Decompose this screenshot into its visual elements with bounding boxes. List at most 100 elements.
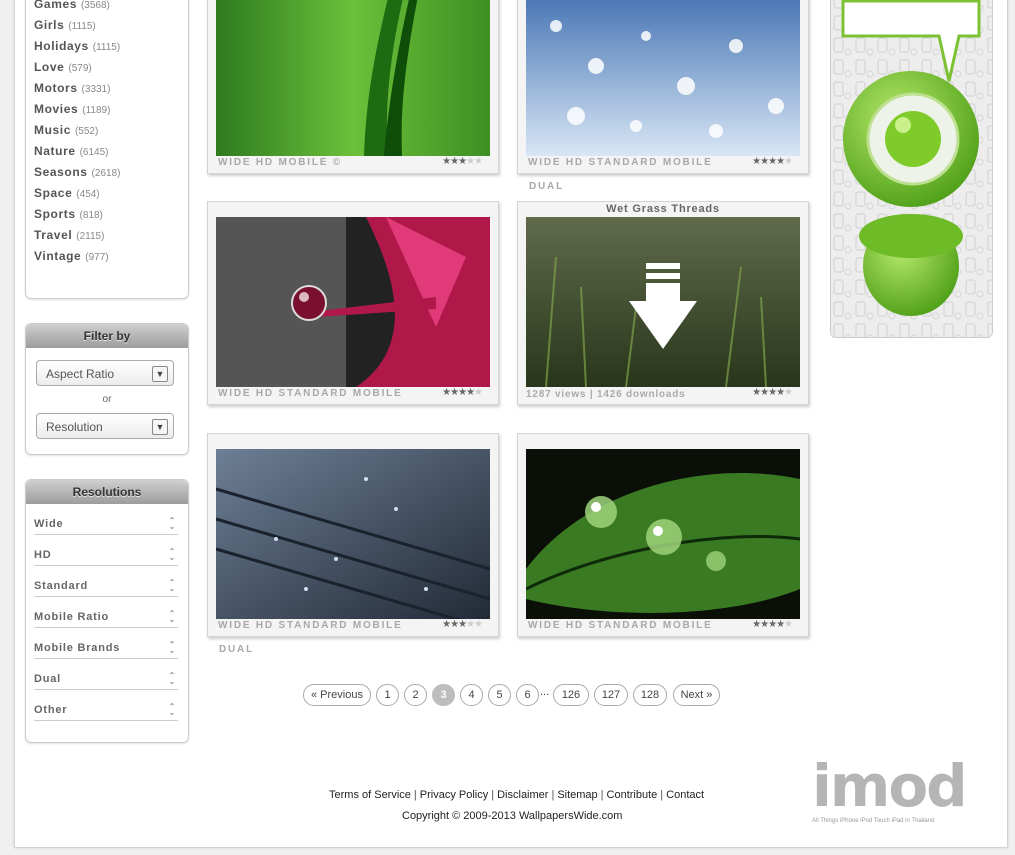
category-link[interactable]: Vintage: [34, 249, 81, 263]
category-item[interactable]: Girls (1115): [34, 15, 120, 36]
wallpaper-title[interactable]: Wet Grass Threads: [518, 203, 808, 215]
category-count: (2618): [91, 168, 121, 179]
category-link[interactable]: Nature: [34, 144, 76, 158]
page-button[interactable]: 5: [488, 684, 511, 706]
wallpaper-image[interactable]: [526, 0, 800, 156]
page-button[interactable]: 3: [432, 684, 455, 706]
category-count: (454): [76, 189, 100, 200]
rating-stars: ★★★★★: [752, 156, 793, 167]
category-item[interactable]: Seasons (2618): [34, 162, 120, 183]
category-link[interactable]: Seasons: [34, 165, 88, 179]
wallpaper-image[interactable]: [216, 449, 490, 619]
wallpaper-image[interactable]: [526, 217, 800, 387]
wallpaper-image[interactable]: [216, 217, 490, 387]
resolution-select-value: Resolution: [46, 420, 103, 434]
partner-logo[interactable]: imod All Things iPhone iPod Touch iPad i…: [812, 756, 968, 828]
category-count: (3331): [81, 84, 111, 95]
star-icon: ★: [458, 156, 467, 167]
star-icon: ★: [768, 156, 777, 167]
category-link[interactable]: Love: [34, 60, 64, 74]
wallpaper-image[interactable]: [526, 449, 800, 619]
star-icon: ★: [776, 156, 785, 167]
category-item[interactable]: Music (552): [34, 120, 120, 141]
star-icon: ★: [466, 387, 475, 398]
category-link[interactable]: Space: [34, 186, 72, 200]
resolution-item[interactable]: Mobile Brands ⌃ ⌄: [34, 634, 178, 659]
category-item[interactable]: Motors (3331): [34, 78, 120, 99]
resolution-item[interactable]: Mobile Ratio ⌃ ⌄: [34, 603, 178, 628]
category-count: (818): [79, 210, 103, 221]
aspect-ratio-select[interactable]: Aspect Ratio ▼: [36, 360, 174, 386]
separator: |: [551, 789, 555, 801]
previous-page-button[interactable]: « Previous: [303, 684, 371, 706]
or-label: or: [102, 394, 112, 405]
expand-icon: ⌃ ⌄: [168, 640, 176, 655]
page-button[interactable]: 6: [516, 684, 539, 706]
resolution-item[interactable]: Dual ⌃ ⌄: [34, 665, 178, 690]
category-item[interactable]: Vintage (977): [34, 246, 120, 267]
expand-icon: ⌃ ⌄: [168, 671, 176, 686]
page-button[interactable]: 127: [594, 684, 628, 706]
next-page-button[interactable]: Next »: [673, 684, 720, 706]
category-link[interactable]: Games: [34, 0, 77, 11]
category-link[interactable]: Motors: [34, 81, 78, 95]
resolution-item[interactable]: HD ⌃ ⌄: [34, 541, 178, 566]
separator: |: [600, 789, 604, 801]
wallpaper-formats: WIDE HD STANDARD MOBILE: [528, 157, 713, 168]
dual-label[interactable]: DUAL: [529, 181, 564, 192]
wallpaper-image[interactable]: [216, 0, 490, 156]
category-link[interactable]: Travel: [34, 228, 72, 242]
star-icon: ★: [768, 387, 777, 398]
resolution-item[interactable]: Standard ⌃ ⌄: [34, 572, 178, 597]
category-link[interactable]: Music: [34, 123, 71, 137]
category-link[interactable]: Girls: [34, 18, 64, 32]
category-count: (3568): [80, 0, 110, 11]
category-item[interactable]: Love (579): [34, 57, 120, 78]
wallpaper-thumbnail[interactable]: WIDE HD STANDARD MOBILE ★★★★★: [517, 0, 809, 174]
category-link[interactable]: Holidays: [34, 39, 89, 53]
footer-link[interactable]: Disclaimer: [497, 789, 548, 801]
category-item[interactable]: Movies (1189): [34, 99, 120, 120]
rating-stars: ★★★★★: [442, 156, 483, 167]
wallpaper-formats: WIDE HD STANDARD MOBILE: [218, 388, 403, 399]
footer-link[interactable]: Contact: [666, 789, 704, 801]
page-button[interactable]: 126: [553, 684, 589, 706]
separator: |: [413, 789, 417, 801]
footer-link[interactable]: Sitemap: [557, 789, 597, 801]
wallpaper-stats: 1287 views | 1426 downloads: [526, 389, 686, 400]
category-item[interactable]: Games (3568): [34, 0, 120, 15]
category-item[interactable]: Space (454): [34, 183, 120, 204]
footer-link[interactable]: Terms of Service: [329, 789, 411, 801]
wallpaper-thumbnail[interactable]: WIDE HD STANDARD MOBILE ★★★★★: [517, 433, 809, 637]
resolution-item-label: Mobile Brands: [34, 642, 121, 654]
footer-link[interactable]: Privacy Policy: [420, 789, 488, 801]
footer-link[interactable]: Contribute: [607, 789, 658, 801]
category-item[interactable]: Travel (2115): [34, 225, 120, 246]
resolution-select[interactable]: Resolution ▼: [36, 413, 174, 439]
page-button[interactable]: 4: [460, 684, 483, 706]
copyright: Copyright © 2009-2013 WallpapersWide.com: [402, 810, 623, 822]
category-list: Funny (773)Games (3568)Girls (1115)Holid…: [34, 0, 120, 267]
category-item[interactable]: Sports (818): [34, 204, 120, 225]
category-link[interactable]: Sports: [34, 207, 76, 221]
resolution-item[interactable]: Other ⌃ ⌄: [34, 696, 178, 721]
category-count: (579): [68, 63, 92, 74]
ad-banner[interactable]: [830, 0, 993, 338]
star-icon: ★: [450, 619, 459, 630]
rating-stars: ★★★★★: [752, 387, 793, 398]
star-icon: ★: [752, 619, 761, 630]
wallpaper-thumbnail[interactable]: WIDE HD STANDARD MOBILE ★★★★★: [207, 201, 499, 405]
wallpaper-thumbnail[interactable]: WIDE HD STANDARD MOBILE ★★★★★: [207, 433, 499, 637]
star-icon: ★: [474, 156, 483, 167]
category-item[interactable]: Nature (6145): [34, 141, 120, 162]
dual-label[interactable]: DUAL: [219, 644, 254, 655]
category-item[interactable]: Holidays (1115): [34, 36, 120, 57]
page-button[interactable]: 1: [376, 684, 399, 706]
wallpaper-thumbnail[interactable]: WIDE HD MOBILE © ★★★★★: [207, 0, 499, 174]
page-button[interactable]: 2: [404, 684, 427, 706]
wallpaper-thumbnail[interactable]: Wet Grass Threads 1287 views | 1426 downl…: [517, 201, 809, 405]
page-button[interactable]: 128: [633, 684, 667, 706]
category-link[interactable]: Movies: [34, 102, 78, 116]
expand-icon: ⌃ ⌄: [168, 547, 176, 562]
resolution-item[interactable]: Wide ⌃ ⌄: [34, 510, 178, 535]
